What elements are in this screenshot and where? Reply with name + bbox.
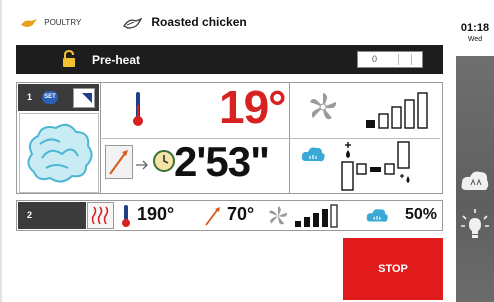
step-2-core-temperature[interactable]: 70° [227, 204, 254, 225]
thermometer-icon [133, 92, 143, 126]
humidity-level-bars[interactable] [340, 140, 444, 192]
cavity-temperature[interactable]: 19° [219, 80, 287, 134]
fan-speed-bars[interactable] [364, 90, 438, 130]
fan-speed-bars[interactable] [293, 203, 341, 229]
cooking-step-1[interactable]: 1 SET 19° 2'53" [16, 80, 444, 194]
core-probe-icon[interactable] [105, 145, 133, 179]
chicken-icon [21, 19, 37, 27]
step-2-number: 2 [27, 210, 33, 220]
light-bulb-icon[interactable] [460, 208, 490, 240]
step-1-number: 1 [27, 92, 33, 102]
recipe-text: Roasted chicken [151, 15, 247, 29]
step-2-header: 2 [18, 202, 86, 229]
convection-heat-icon[interactable] [87, 202, 114, 229]
clock-day: Wed [467, 36, 483, 43]
fan-icon [269, 206, 287, 225]
step-2-temperature[interactable]: 190° [137, 204, 174, 225]
roast-icon [122, 17, 143, 29]
preheat-value: 0 [372, 54, 378, 64]
recipe-title[interactable]: Roasted chicken [122, 15, 247, 29]
fan-icon [310, 93, 337, 120]
preheat-toggle[interactable]: 0 [357, 51, 423, 68]
divider [100, 138, 440, 139]
cleaning-icon[interactable] [460, 168, 490, 194]
corner-flag-icon [73, 88, 95, 108]
category-text: POULTRY [44, 18, 82, 28]
humidity-cloud-icon [301, 147, 325, 162]
step-1-header: 1 SET [18, 84, 99, 111]
swap-arrow-icon [136, 160, 148, 170]
side-controls [456, 56, 494, 302]
core-probe-icon [205, 207, 220, 226]
category-label[interactable]: POULTRY [20, 18, 81, 28]
cook-timer[interactable]: 2'53" [174, 138, 270, 186]
set-badge: SET [42, 91, 58, 104]
stop-button[interactable]: STOP [343, 238, 443, 300]
humidity-cloud-icon [366, 209, 388, 222]
cooking-step-2[interactable]: 2 190° 70° 50% [16, 200, 443, 231]
thermometer-icon [122, 205, 130, 227]
main-screen: POULTRY Roasted chicken Pre-heat 0 1 SET [0, 0, 456, 302]
toggle-handle [398, 54, 412, 65]
preheat-bar[interactable]: Pre-heat 0 [16, 45, 443, 74]
header-bar: POULTRY Roasted chicken [14, 12, 454, 36]
side-panel: 01:18 Wed [456, 0, 494, 302]
step-2-humidity[interactable]: 50% [405, 206, 437, 224]
clock-display: 01:18 Wed [456, 0, 494, 56]
preheat-label: Pre-heat [92, 53, 141, 67]
padlock-icon [63, 50, 75, 67]
timer-icon [153, 150, 175, 172]
steam-mode-icon[interactable] [19, 113, 99, 193]
clock-time: 01:18 [460, 22, 490, 34]
